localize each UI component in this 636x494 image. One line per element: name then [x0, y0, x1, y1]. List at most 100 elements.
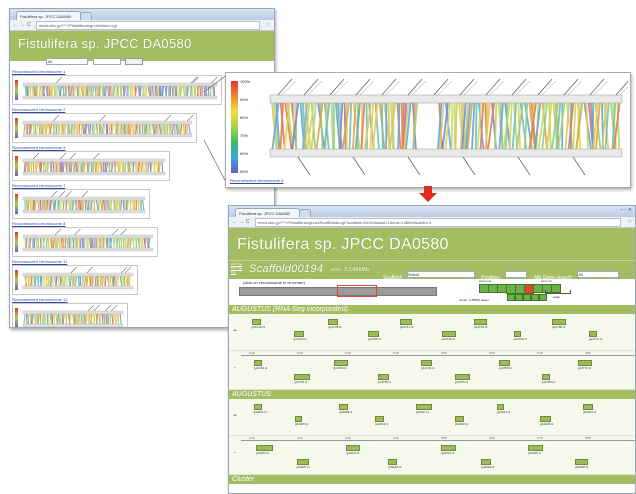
gene-label[interactable]: g34017.t1 — [416, 410, 429, 414]
top-link[interactable]: Top — [231, 270, 245, 274]
ruler-tick-label: 0.20 — [297, 436, 303, 440]
gene-label[interactable]: g14768.t1 — [552, 325, 565, 329]
zoom-buttons — [479, 284, 589, 292]
chromosome-link[interactable]: Reconstructed chromosome 6 — [230, 178, 283, 183]
tab-bar: Fistulifera sp. JPCC DA0580 – ▫ ✕ — [229, 206, 635, 217]
gene-label[interactable]: g14744.t1 — [421, 366, 434, 370]
site-header: Fistulifera sp. JPCC DA0580 — [229, 228, 635, 260]
gene-label[interactable]: g34019.t1 — [441, 451, 454, 455]
scaffold-bar: Chr. Top Chr. Top Top Scaffold00194 size… — [229, 260, 635, 279]
browser-window-scaffold: Fistulifera sp. JPCC DA0580 – ▫ ✕ ←→C me… — [228, 205, 636, 494]
gene-label[interactable]: g14760.t1 — [514, 337, 527, 341]
gene-label[interactable]: g34003.t1 — [256, 451, 269, 455]
gene-label[interactable]: g14722.t1 — [294, 337, 307, 341]
nav-arrows-icon[interactable]: ←→C — [232, 217, 252, 227]
synteny-plot — [268, 73, 628, 187]
scale-bar — [545, 290, 571, 294]
gene-label[interactable]: g34013.t1 — [375, 422, 388, 426]
star-icon[interactable]: ☆ — [628, 217, 632, 227]
strand-label: + — [229, 413, 241, 419]
ruler-tick-label: 0.50 — [441, 351, 447, 355]
gene-label[interactable]: g14735.t1 — [328, 325, 341, 329]
pan-button[interactable] — [539, 294, 547, 301]
scale-text: scale — [553, 295, 560, 299]
pan-button[interactable] — [523, 294, 531, 301]
position-input[interactable] — [505, 271, 527, 278]
gene-label[interactable]: g14730.t1 — [334, 366, 347, 370]
pan-button[interactable] — [515, 294, 523, 301]
mb-gene-search-select[interactable]: All — [577, 271, 619, 278]
ruler-tick-label: 0.40 — [393, 436, 399, 440]
zoom-out-label: zoom out — [479, 279, 491, 283]
gene-label[interactable]: g14738.t1 — [378, 380, 391, 384]
ruler-tick-label: 0.40 — [393, 351, 399, 355]
pan-button[interactable] — [531, 294, 539, 301]
scale-label: 60% — [240, 151, 248, 156]
track-ruler — [241, 440, 635, 441]
gene-label[interactable]: g14758.t1 — [499, 366, 512, 370]
gene-label[interactable]: g34022.t1 — [481, 465, 494, 469]
gene-label[interactable]: g34009.t1 — [339, 410, 352, 414]
gene-label[interactable]: g14719.t1 — [252, 325, 265, 329]
track-section-header: AUGUSTUS (RNA-Seq incorporated) — [229, 305, 635, 314]
click-hint: (click on chromosome to re-center) — [243, 280, 305, 285]
annotation-sections: AUGUSTUS (RNA-Seq incorporated) + g14719.t… — [229, 305, 635, 475]
pan-button[interactable] — [507, 294, 515, 301]
gene-label[interactable]: g14725.t1 — [294, 380, 307, 384]
scale-label: 100% — [240, 79, 250, 84]
current-view-marker[interactable] — [337, 285, 377, 297]
gene-label[interactable]: g14720.t1 — [254, 366, 267, 370]
gene-label[interactable]: g14770.t1 — [578, 366, 591, 370]
gene-label[interactable]: g34030.t1 — [575, 465, 588, 469]
plus-strand-track: + g14719.t1 g14722.t1 g14735.t1 g14736.t1 g14… — [229, 314, 635, 351]
address-bar: ←→C medi.cbrc.jp/???/Fistulifera/cgi-bin… — [229, 217, 635, 228]
gene-label[interactable]: g34031.t1 — [583, 410, 596, 414]
ruler-tick-label: 0.50 — [441, 436, 447, 440]
gene-label[interactable]: g14763.t1 — [542, 380, 555, 384]
url-field[interactable]: medi.cbrc.jp/???/Fistulifera/cgi-bin/Sca… — [255, 218, 621, 227]
gene-label[interactable]: g14750.t1 — [455, 380, 468, 384]
strand-label: - — [229, 365, 241, 371]
scale-label: 90% — [240, 97, 248, 102]
plus-strand-track: + g34001.t1 g34005.t1 g34009.t1 g34013.t1 g34… — [229, 399, 635, 436]
synteny-zoom-panel: 100%90%80%70%60%50% Reconstructed chromo… — [225, 72, 631, 188]
gene-label[interactable]: g34007.t1 — [297, 465, 310, 469]
ruler-tick-label: 0.10 — [249, 351, 255, 355]
gene-label[interactable]: g14745.t1 — [442, 337, 455, 341]
gene-label[interactable]: g34024.t1 — [497, 410, 510, 414]
center-text: center: 1-88554 bases — [459, 298, 489, 302]
scaffold-select[interactable]: Select — [407, 271, 475, 278]
scale-labels: 100%90%80%70%60%50% — [240, 79, 264, 175]
identity-color-scale — [231, 81, 238, 173]
arrow-down-icon — [418, 186, 438, 202]
ruler-tick-label: 0.10 — [249, 436, 255, 440]
ruler-tick-label: 0.30 — [345, 436, 351, 440]
gene-label[interactable]: g34028.t1 — [540, 422, 553, 426]
scale-label: 70% — [240, 133, 248, 138]
strand-label: - — [229, 450, 241, 456]
cluster-section-header: Cluster — [229, 475, 635, 484]
track-ruler — [241, 355, 635, 356]
strand-label: + — [229, 328, 241, 334]
scale-label: 80% — [240, 115, 248, 120]
ruler-tick-label: 0.70 — [537, 436, 543, 440]
gene-label[interactable]: g34011.t1 — [346, 451, 359, 455]
minus-strand-track: -0.100.200.300.400.500.600.700.80g14720.… — [229, 351, 635, 390]
gene-label[interactable]: g34026.t1 — [528, 451, 541, 455]
gene-label[interactable]: g34001.t1 — [254, 410, 267, 414]
gene-label[interactable]: g34005.t1 — [295, 422, 308, 426]
gene-label[interactable]: g34015.t1 — [388, 465, 401, 469]
window-controls-icon[interactable]: – ▫ ✕ — [620, 207, 632, 213]
ruler-tick-label: 0.60 — [489, 436, 495, 440]
gene-label[interactable]: g34020.t1 — [455, 422, 468, 426]
navigation-strip: (click on chromosome to re-center) zoom … — [229, 279, 635, 305]
zoom-in-label: zoom in — [541, 279, 552, 283]
pan-buttons — [507, 294, 549, 300]
minus-strand-track: -0.100.200.300.400.500.600.700.80g34003.… — [229, 436, 635, 475]
track-section-header: AUGUSTUS — [229, 390, 635, 399]
gene-label[interactable]: g14754.t1 — [474, 325, 487, 329]
gene-label[interactable]: g14736.t1 — [368, 337, 381, 341]
gene-label[interactable]: g14741.t1 — [400, 325, 413, 329]
ruler-tick-label: 0.80 — [585, 351, 591, 355]
gene-label[interactable]: g14771.t1 — [589, 337, 602, 341]
